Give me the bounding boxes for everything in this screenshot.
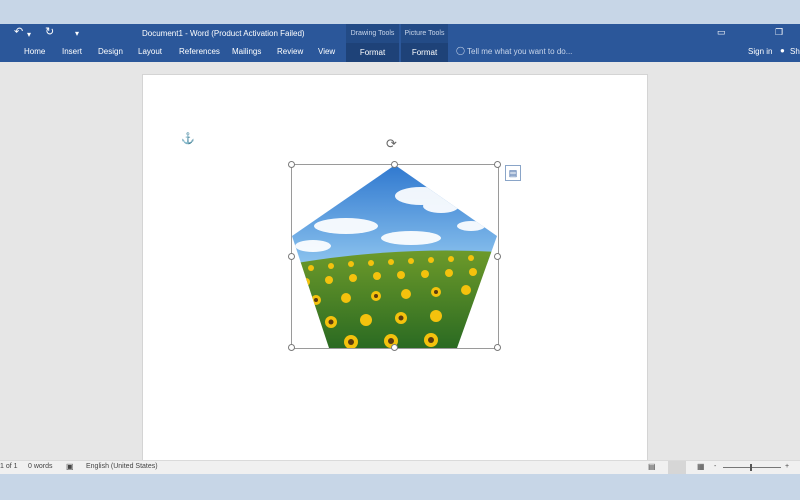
- lightbulb-icon: ◯: [456, 46, 465, 55]
- tab-mailings[interactable]: Mailings: [232, 47, 261, 56]
- resize-handle-bottom-left[interactable]: [288, 344, 295, 351]
- page-count[interactable]: 1 of 1: [0, 463, 18, 470]
- share-button[interactable]: Sh: [790, 47, 800, 56]
- ribbon-tabs: Home Insert Design Layout References Mai…: [0, 43, 800, 62]
- desktop-background: [0, 474, 800, 500]
- redo-icon[interactable]: ↻: [45, 27, 54, 38]
- undo-icon[interactable]: ↶: [14, 27, 23, 38]
- rotate-handle-icon[interactable]: ⟳: [386, 136, 397, 152]
- selection-frame[interactable]: [288, 161, 501, 351]
- zoom-slider-thumb[interactable]: [750, 464, 752, 471]
- tab-insert[interactable]: Insert: [62, 47, 82, 56]
- resize-handle-top-left[interactable]: [288, 161, 295, 168]
- picture-tools-header: Picture Tools: [401, 24, 448, 43]
- title-bar: ↶ ▾ ↻ ▾ Document1 - Word (Product Activa…: [0, 24, 800, 43]
- status-bar: 1 of 1 0 words ▣ English (United States)…: [0, 460, 800, 474]
- drawing-tools-header: Drawing Tools: [346, 24, 399, 43]
- zoom-in-button[interactable]: +: [785, 463, 789, 470]
- anchor-icon: ⚓: [181, 133, 195, 145]
- tell-me-search[interactable]: Tell me what you want to do...: [467, 47, 572, 56]
- tab-references[interactable]: References: [179, 47, 220, 56]
- zoom-slider-track[interactable]: [723, 467, 781, 468]
- word-window: ↶ ▾ ↻ ▾ Document1 - Word (Product Activa…: [0, 24, 800, 474]
- resize-handle-top-right[interactable]: [494, 161, 501, 168]
- share-icon[interactable]: ●: [780, 46, 785, 55]
- tab-picture-format[interactable]: Format: [401, 43, 448, 62]
- language-indicator[interactable]: English (United States): [86, 463, 158, 470]
- resize-handle-bottom[interactable]: [391, 344, 398, 351]
- proofing-icon[interactable]: ▣: [66, 462, 74, 471]
- print-layout-icon[interactable]: [668, 461, 686, 474]
- tab-layout[interactable]: Layout: [138, 47, 162, 56]
- word-count[interactable]: 0 words: [28, 463, 53, 470]
- tab-drawing-format[interactable]: Format: [346, 43, 399, 62]
- window-title: Document1 - Word (Product Activation Fai…: [142, 29, 305, 38]
- read-mode-icon[interactable]: ▤: [648, 462, 656, 471]
- document-page[interactable]: ⚓ ⟳ ▤: [142, 74, 648, 466]
- sign-in-link[interactable]: Sign in: [748, 47, 772, 56]
- resize-handle-bottom-right[interactable]: [494, 344, 501, 351]
- undo-dropdown-icon[interactable]: ▾: [27, 29, 31, 40]
- document-canvas[interactable]: ⚓ ⟳ ▤: [0, 62, 800, 466]
- resize-handle-left[interactable]: [288, 253, 295, 260]
- tab-view[interactable]: View: [318, 47, 335, 56]
- tab-review[interactable]: Review: [277, 47, 303, 56]
- resize-handle-right[interactable]: [494, 253, 501, 260]
- zoom-out-button[interactable]: -: [714, 463, 716, 470]
- tab-home[interactable]: Home: [24, 47, 45, 56]
- tab-design[interactable]: Design: [98, 47, 123, 56]
- customize-qat-icon[interactable]: ▾: [75, 28, 79, 39]
- layout-options-icon[interactable]: ▤: [505, 165, 521, 181]
- ribbon-display-options-icon[interactable]: ▭: [717, 27, 726, 38]
- resize-handle-top[interactable]: [391, 161, 398, 168]
- web-layout-icon[interactable]: ▦: [697, 462, 705, 471]
- restore-window-icon[interactable]: ❐: [775, 27, 783, 38]
